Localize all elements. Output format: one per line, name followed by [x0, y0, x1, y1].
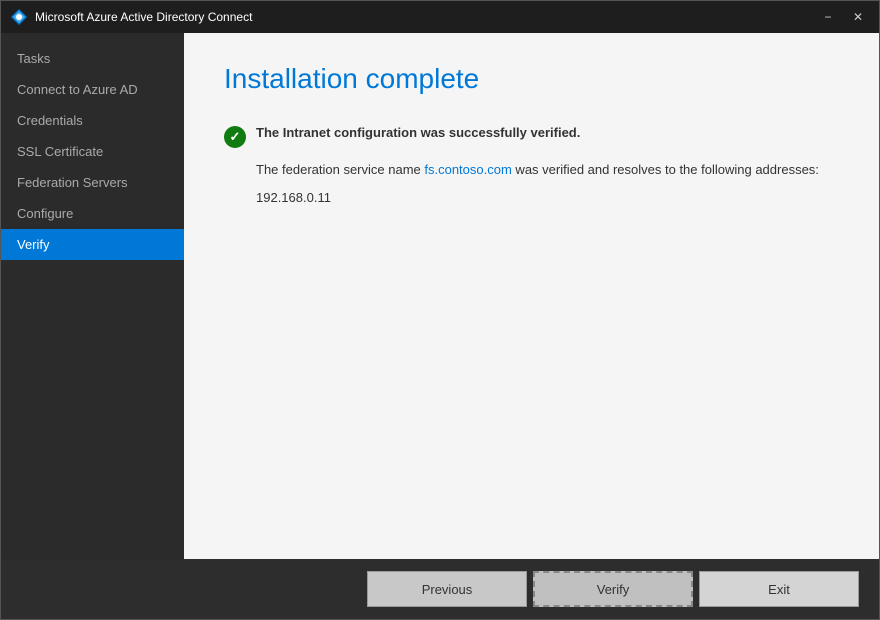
- main-content: Tasks Connect to Azure AD Credentials SS…: [1, 33, 879, 559]
- federation-link[interactable]: fs.contoso.com: [424, 162, 511, 177]
- success-section: The Intranet configuration was successfu…: [224, 125, 839, 148]
- sidebar-item-tasks[interactable]: Tasks: [1, 43, 184, 74]
- previous-button[interactable]: Previous: [367, 571, 527, 607]
- ip-address: 192.168.0.11: [256, 190, 839, 205]
- app-icon: [9, 7, 29, 27]
- sidebar-item-configure[interactable]: Configure: [1, 198, 184, 229]
- close-button[interactable]: ✕: [845, 7, 871, 27]
- sidebar: Tasks Connect to Azure AD Credentials SS…: [1, 33, 184, 559]
- description-text: The federation service name fs.contoso.c…: [256, 160, 839, 180]
- sidebar-item-verify[interactable]: Verify: [1, 229, 184, 260]
- sidebar-item-ssl-certificate[interactable]: SSL Certificate: [1, 136, 184, 167]
- window-title: Microsoft Azure Active Directory Connect: [35, 10, 815, 24]
- window-controls: − ✕: [815, 7, 871, 27]
- title-bar: Microsoft Azure Active Directory Connect…: [1, 1, 879, 33]
- description-prefix: The federation service name: [256, 162, 424, 177]
- exit-button[interactable]: Exit: [699, 571, 859, 607]
- description-suffix: was verified and resolves to the followi…: [512, 162, 819, 177]
- success-message: The Intranet configuration was successfu…: [256, 125, 580, 140]
- footer: Previous Verify Exit: [1, 559, 879, 619]
- page-title: Installation complete: [224, 63, 839, 95]
- content-panel: Installation complete The Intranet confi…: [184, 33, 879, 559]
- success-icon: [224, 126, 246, 148]
- sidebar-item-federation-servers[interactable]: Federation Servers: [1, 167, 184, 198]
- sidebar-item-credentials[interactable]: Credentials: [1, 105, 184, 136]
- verify-button[interactable]: Verify: [533, 571, 693, 607]
- sidebar-item-connect-azure-ad[interactable]: Connect to Azure AD: [1, 74, 184, 105]
- app-window: Microsoft Azure Active Directory Connect…: [0, 0, 880, 620]
- minimize-button[interactable]: −: [815, 7, 841, 27]
